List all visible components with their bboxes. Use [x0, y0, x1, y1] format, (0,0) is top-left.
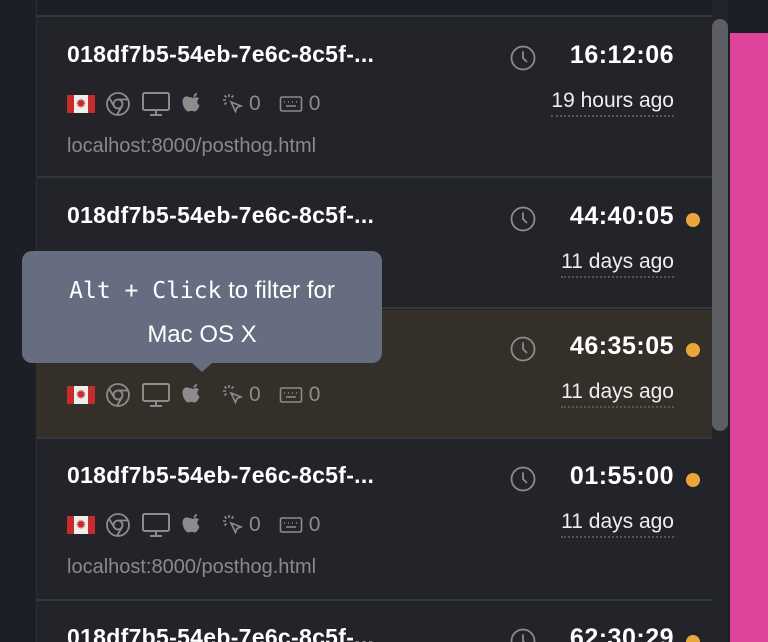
recording-duration: 01:55:00 — [569, 462, 674, 490]
recording-row-partial[interactable] — [37, 0, 712, 17]
apple-icon[interactable] — [181, 382, 205, 408]
keyboard-icon — [279, 94, 303, 114]
apple-icon[interactable] — [181, 512, 205, 538]
tooltip-text: to filter for — [228, 277, 335, 304]
desktop-icon[interactable] — [141, 382, 171, 408]
recording-time-ago: 19 hours ago — [551, 89, 674, 117]
player-header — [730, 0, 768, 33]
unwatched-indicator — [686, 343, 700, 357]
recording-row[interactable]: 018df7b5-54eb-7e6c-8c5f-... 01:55:00 11 da… — [37, 440, 712, 601]
keypress-count: 0 — [308, 383, 321, 406]
recording-id: 018df7b5-54eb-7e6c-8c5f-... — [67, 624, 375, 642]
recording-duration: 44:40:05 — [569, 202, 674, 230]
clock-icon — [510, 466, 536, 497]
recording-url: localhost:8000/posthog.html — [67, 135, 317, 157]
apple-icon[interactable] — [181, 91, 205, 117]
desktop-icon[interactable] — [141, 512, 171, 538]
canada-flag-icon[interactable]: ✹ — [67, 95, 95, 113]
recording-properties: ✹ 0 0 — [67, 382, 320, 408]
recording-properties: ✹ 0 0 — [67, 91, 320, 117]
keypress-count: 0 — [308, 92, 321, 115]
clock-icon — [510, 336, 536, 367]
click-icon — [221, 92, 245, 116]
keyboard-icon — [279, 515, 303, 535]
click-count: 0 — [249, 92, 261, 115]
recording-url: localhost:8000/posthog.html — [67, 556, 317, 578]
tooltip-target: Mac OS X — [147, 321, 257, 348]
click-count: 0 — [249, 383, 261, 406]
chrome-icon[interactable] — [105, 91, 131, 117]
unwatched-indicator — [686, 213, 700, 227]
recording-id: 018df7b5-54eb-7e6c-8c5f-... — [67, 202, 375, 228]
clock-icon — [510, 45, 536, 76]
unwatched-indicator — [686, 473, 700, 487]
click-icon — [221, 383, 245, 407]
chrome-icon[interactable] — [105, 512, 131, 538]
chrome-icon[interactable] — [105, 382, 131, 408]
click-count: 0 — [249, 513, 261, 536]
recording-duration: 16:12:06 — [569, 41, 674, 69]
canada-flag-icon[interactable]: ✹ — [67, 516, 95, 534]
scrollbar-thumb[interactable] — [712, 19, 728, 431]
recording-row[interactable]: 018df7b5-54eb-7e6c-8c5f-... 62:30:29 — [37, 602, 712, 642]
recording-time-ago: 11 days ago — [561, 510, 674, 538]
player-area — [730, 33, 768, 642]
click-icon — [221, 513, 245, 537]
recording-row[interactable]: 018df7b5-54eb-7e6c-8c5f-... 16:12:06 19 ho… — [37, 19, 712, 178]
recording-time-ago: 11 days ago — [561, 380, 674, 408]
recording-duration: 46:35:05 — [569, 332, 674, 360]
tooltip-shortcut: Alt + Click — [69, 278, 222, 304]
recording-properties: ✹ 0 0 — [67, 512, 320, 538]
recording-time-ago: 11 days ago — [561, 250, 674, 278]
clock-icon — [510, 628, 536, 642]
keypress-count: 0 — [308, 513, 321, 536]
unwatched-indicator — [686, 635, 700, 642]
tooltip: Alt + Click to filter for Mac OS X — [22, 251, 382, 372]
canada-flag-icon[interactable]: ✹ — [67, 386, 95, 404]
recording-id: 018df7b5-54eb-7e6c-8c5f-... — [67, 41, 375, 67]
desktop-icon[interactable] — [141, 91, 171, 117]
recording-duration: 62:30:29 — [569, 624, 674, 642]
recording-id: 018df7b5-54eb-7e6c-8c5f-... — [67, 462, 375, 488]
clock-icon — [510, 206, 536, 237]
keyboard-icon — [279, 385, 303, 405]
